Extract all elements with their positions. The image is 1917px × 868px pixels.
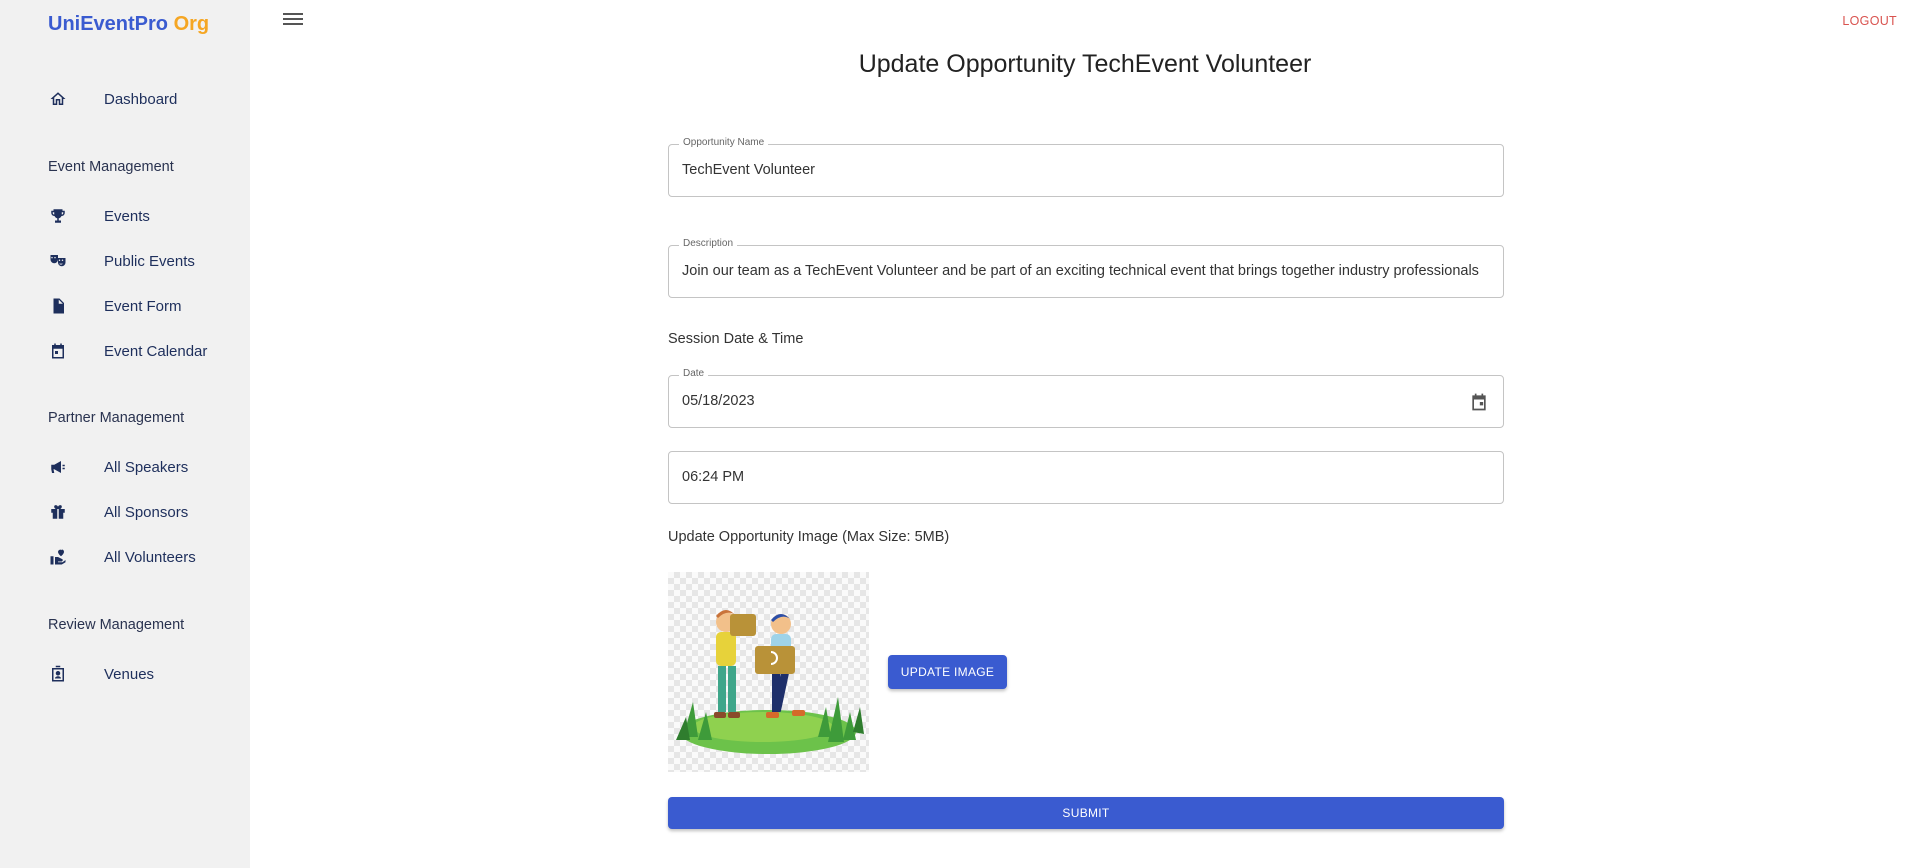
opportunity-image: [668, 572, 869, 772]
session-date-time-label: Session Date & Time: [668, 331, 804, 347]
image-upload-label: Update Opportunity Image (Max Size: 5MB): [668, 529, 950, 545]
date-label: Date: [679, 368, 709, 379]
sidebar-item-label: Dashboard: [104, 90, 178, 108]
calendar-icon: [48, 341, 68, 361]
contact-badge-icon: [48, 664, 68, 684]
date-field[interactable]: Date 05/18/2023: [668, 368, 1504, 428]
sidebar-item-event-calendar[interactable]: Event Calendar: [48, 337, 238, 365]
home-icon: [48, 89, 68, 109]
sidebar-item-label: Event Calendar: [104, 342, 208, 360]
description-value: Join our team as a TechEvent Volunteer a…: [682, 263, 1479, 279]
opportunity-name-value: TechEvent Volunteer: [682, 162, 816, 178]
sidebar-item-all-volunteers[interactable]: All Volunteers: [48, 543, 238, 571]
document-icon: [48, 296, 68, 316]
sidebar-item-all-sponsors[interactable]: All Sponsors: [48, 498, 238, 526]
sidebar-item-public-events[interactable]: Public Events: [48, 247, 238, 275]
hamburger-icon: [283, 13, 303, 15]
time-field[interactable]: 06:24 PM: [668, 451, 1504, 504]
submit-button[interactable]: SUBMIT: [668, 797, 1504, 829]
volunteer-hand-icon: [48, 547, 68, 567]
sidebar-item-label: Public Events: [104, 252, 195, 270]
section-partner-management: Partner Management: [48, 410, 185, 426]
brand-logo[interactable]: UniEventPro Org: [48, 13, 209, 36]
description-label: Description: [679, 238, 738, 249]
brand-name: UniEventPro: [48, 13, 169, 35]
sidebar-item-label: Events: [104, 207, 150, 225]
trophy-icon: [48, 206, 68, 226]
opportunity-name-label: Opportunity Name: [679, 137, 769, 148]
gift-box-icon: [48, 502, 68, 522]
time-value: 06:24 PM: [682, 469, 745, 485]
brand-suffix: Org: [173, 13, 210, 35]
sidebar-item-label: All Sponsors: [104, 503, 189, 521]
section-review-management: Review Management: [48, 617, 185, 633]
logout-link[interactable]: LOGOUT: [1842, 14, 1897, 28]
page-title: Update Opportunity TechEvent Volunteer: [858, 50, 1312, 78]
sidebar-item-label: Event Form: [104, 297, 182, 315]
sidebar: UniEventPro Org Dashboard Event Manageme…: [0, 0, 250, 868]
sidebar-item-venues[interactable]: Venues: [48, 660, 238, 688]
date-value: 05/18/2023: [682, 393, 755, 409]
sidebar-item-event-form[interactable]: Event Form: [48, 292, 238, 320]
sidebar-item-events[interactable]: Events: [48, 202, 238, 230]
calendar-icon[interactable]: [1469, 392, 1489, 412]
sidebar-item-label: All Volunteers: [104, 548, 196, 566]
sidebar-item-dashboard[interactable]: Dashboard: [48, 85, 238, 113]
section-event-management: Event Management: [48, 159, 174, 175]
menu-toggle-button[interactable]: [283, 10, 303, 30]
opportunity-name-field[interactable]: Opportunity Name TechEvent Volunteer: [668, 137, 1504, 197]
description-field[interactable]: Description Join our team as a TechEvent…: [668, 238, 1504, 298]
volunteers-illustration: [676, 610, 864, 754]
theater-masks-icon: [48, 251, 68, 271]
update-image-button[interactable]: UPDATE IMAGE: [888, 655, 1007, 689]
sidebar-item-label: All Speakers: [104, 458, 189, 476]
sidebar-item-all-speakers[interactable]: All Speakers: [48, 453, 238, 481]
megaphone-icon: [48, 457, 68, 477]
sidebar-item-label: Venues: [104, 665, 155, 683]
